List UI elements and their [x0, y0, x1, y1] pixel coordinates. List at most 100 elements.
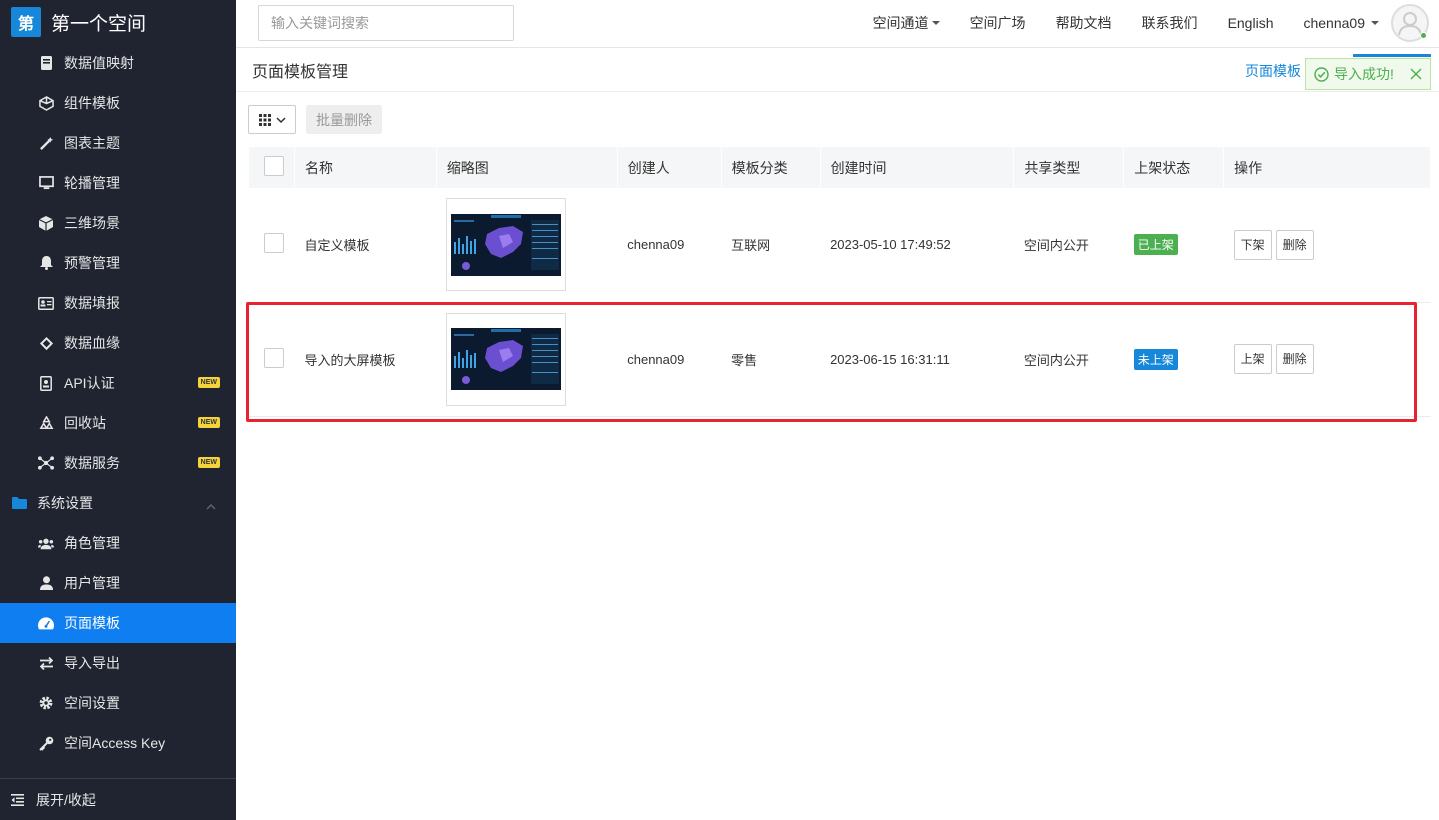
sidebar-item-data-mapping[interactable]: 数据值映射: [0, 43, 236, 83]
column-header: 操作: [1223, 147, 1431, 188]
new-badge: NEW: [197, 377, 220, 388]
cube-outline-icon: [38, 95, 54, 111]
user-menu[interactable]: chenna09: [1303, 15, 1379, 31]
unpublish-button[interactable]: 下架: [1233, 229, 1272, 260]
column-header: 模板分类: [720, 147, 821, 188]
sidebar-item-label: API认证: [64, 375, 115, 391]
template-name: 自定义模板: [304, 238, 370, 254]
sidebar-item-carousel[interactable]: 轮播管理: [0, 163, 236, 203]
table-row: 导入的大屏模板 chenna09 零售 2023-06-15 16:31:11 …: [248, 302, 1431, 416]
thumbnail-cell: [436, 302, 617, 416]
gear-icon: [38, 695, 54, 711]
row-checkbox[interactable]: [263, 347, 284, 368]
bell-icon: [38, 255, 54, 271]
top-nav: 空间通道 空间广场 帮助文档 联系我们 English chenna09: [843, 0, 1439, 46]
template-table: 名称 缩略图 创建人 模板分类 创建时间 共享类型 上架状态 操作 自定义模板: [248, 147, 1431, 417]
sidebar-item-label: 预警管理: [64, 255, 120, 271]
header-select-all[interactable]: [248, 147, 295, 188]
column-header: 创建人: [616, 147, 722, 188]
select-all-checkbox[interactable]: [264, 156, 284, 176]
creator: chenna09: [627, 351, 685, 367]
sidebar-item-recycle[interactable]: 回收站 NEW: [0, 403, 236, 443]
column-header: 创建时间: [819, 147, 1015, 188]
sidebar-item-users[interactable]: 用户管理: [0, 563, 236, 603]
batch-delete-button[interactable]: 批量删除: [306, 105, 382, 134]
page-header: 页面模板管理 页面模板: [236, 48, 1439, 92]
publish-button[interactable]: 上架: [1233, 344, 1272, 374]
delete-button[interactable]: 删除: [1275, 229, 1314, 260]
actions-cell: 下架 删除: [1224, 188, 1431, 302]
sidebar-item-label: 导入导出: [64, 655, 120, 671]
created-time: 2023-05-10 17:49:52: [830, 237, 951, 253]
dashboard-thumbnail-image: [451, 328, 562, 390]
sidebar-item-page-template[interactable]: 页面模板: [0, 603, 236, 643]
grid-icon: [258, 113, 271, 126]
sidebar-item-label: 数据血缘: [64, 335, 120, 351]
monitor-icon: [38, 175, 54, 191]
sidebar-item-space-settings[interactable]: 空间设置: [0, 683, 236, 723]
nav-help-docs[interactable]: 帮助文档: [1056, 13, 1112, 33]
brand-title[interactable]: 第一个空间: [51, 9, 146, 36]
sidebar-group-label: 系统设置: [37, 495, 93, 511]
id-card-icon: [38, 295, 54, 311]
share-type: 空间内公开: [1023, 352, 1089, 368]
sidebar-item-label: 数据服务: [64, 455, 120, 471]
sidebar-collapse-toggle[interactable]: 展开/收起: [0, 778, 236, 820]
header-action-button[interactable]: [1353, 54, 1431, 57]
sidebar-item-data-report[interactable]: 数据填报: [0, 283, 236, 323]
sidebar-item-label: 组件模板: [64, 95, 120, 111]
sidebar-item-access-key[interactable]: 空间Access Key: [0, 723, 236, 763]
key-icon: [38, 735, 54, 751]
recycle-icon: [38, 415, 54, 431]
status-cell: 已上架: [1124, 188, 1224, 302]
sidebar-item-api-auth[interactable]: API认证 NEW: [0, 363, 236, 403]
layers-icon: [38, 335, 54, 351]
column-header: 名称: [293, 147, 437, 188]
actions-cell: 上架 删除: [1224, 302, 1431, 416]
chevron-down-icon: [275, 116, 286, 123]
status-cell: 未上架: [1124, 302, 1224, 416]
sidebar-item-import-export[interactable]: 导入导出: [0, 643, 236, 683]
row-checkbox[interactable]: [263, 233, 284, 254]
sidebar-item-label: 用户管理: [64, 575, 120, 591]
sidebar-item-label: 数据值映射: [64, 55, 134, 71]
table-toolbar: 批量删除: [248, 105, 382, 134]
folder-icon: [11, 495, 27, 511]
template-thumbnail[interactable]: [446, 198, 567, 292]
sidebar-item-chart-theme[interactable]: 图表主题: [0, 123, 236, 163]
sidebar-item-label: 回收站: [64, 415, 106, 431]
success-toast: 导入成功!: [1305, 58, 1431, 90]
sidebar-item-data-service[interactable]: 数据服务 NEW: [0, 443, 236, 483]
sidebar-item-label: 空间Access Key: [64, 735, 166, 751]
template-thumbnail[interactable]: [446, 312, 567, 406]
page-title: 页面模板管理: [252, 63, 349, 81]
search-input[interactable]: [258, 5, 514, 41]
close-icon[interactable]: [1410, 68, 1422, 80]
avatar[interactable]: [1391, 4, 1429, 42]
brand: 第 第一个空间: [0, 0, 236, 44]
column-header: 共享类型: [1013, 147, 1125, 188]
share-type: 空间内公开: [1023, 238, 1089, 254]
delete-button[interactable]: 删除: [1275, 344, 1314, 374]
nav-space-plaza[interactable]: 空间广场: [970, 13, 1026, 33]
sidebar-item-label: 角色管理: [64, 535, 120, 551]
sidebar-item-label: 三维场景: [64, 215, 120, 231]
sidebar-item-label: 空间设置: [64, 695, 120, 711]
chevron-up-icon: [206, 497, 216, 513]
sidebar-group-system-settings[interactable]: 系统设置: [0, 483, 236, 523]
top-header: 空间通道 空间广场 帮助文档 联系我们 English chenna09: [236, 0, 1439, 48]
page-template-link[interactable]: 页面模板: [1245, 61, 1301, 81]
sidebar-item-component-template[interactable]: 组件模板: [0, 83, 236, 123]
sidebar-item-3d-scene[interactable]: 三维场景: [0, 203, 236, 243]
users-icon: [38, 535, 54, 551]
sidebar-item-roles[interactable]: 角色管理: [0, 523, 236, 563]
status-badge: 未上架: [1133, 348, 1178, 370]
sidebar-item-label: 轮播管理: [64, 175, 120, 191]
brand-logo[interactable]: 第: [11, 7, 41, 37]
nav-contact-us[interactable]: 联系我们: [1142, 13, 1198, 33]
nav-language[interactable]: English: [1228, 15, 1274, 31]
sidebar-item-lineage[interactable]: 数据血缘: [0, 323, 236, 363]
column-toggle-button[interactable]: [248, 105, 296, 134]
sidebar-item-alert[interactable]: 预警管理: [0, 243, 236, 283]
nav-space-channel[interactable]: 空间通道: [873, 13, 940, 33]
